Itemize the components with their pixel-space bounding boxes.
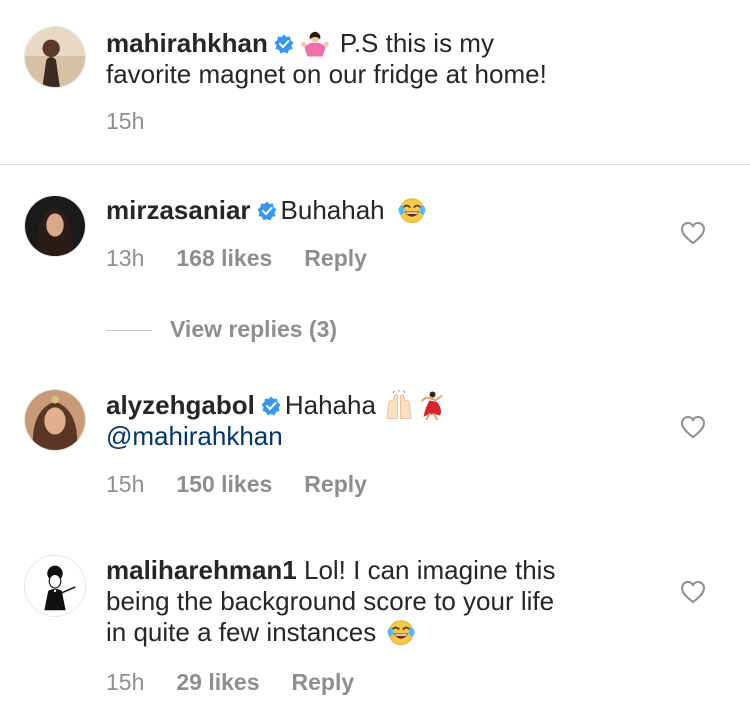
view-replies-label: View replies (3) <box>170 316 338 342</box>
comment-text: mirzasaniar Buhahah <box>106 195 666 226</box>
comment-meta: 15h 29 likes Reply <box>106 669 386 696</box>
reply-button[interactable]: Reply <box>292 669 355 695</box>
heart-icon[interactable] <box>680 221 706 245</box>
shrug-emoji-icon <box>300 31 329 57</box>
avatar[interactable] <box>24 555 86 617</box>
reply-button[interactable]: Reply <box>304 471 367 497</box>
comment-time: 15h <box>106 669 145 695</box>
caption-time: 15h <box>106 108 145 134</box>
comment-likes[interactable]: 150 likes <box>176 471 272 497</box>
comment-body-line2: being the background score to your life <box>106 586 555 616</box>
comment-body-line1: Lol! I can imagine this <box>303 555 556 585</box>
caption-meta: 15h <box>106 108 176 135</box>
verified-badge-icon <box>274 34 294 54</box>
verified-badge-icon <box>261 396 281 416</box>
laughing-emoji-icon <box>397 195 427 225</box>
caption-text: mahirahkhan P.S this is my favorite magn… <box>106 28 666 90</box>
comment-text: maliharehman1 Lol! I can imagine this be… <box>106 555 666 648</box>
divider <box>0 164 750 165</box>
comment-likes[interactable]: 29 likes <box>176 669 259 695</box>
comment-meta: 13h 168 likes Reply <box>106 245 399 272</box>
avatar[interactable] <box>24 26 86 88</box>
mention-link[interactable]: @mahirahkhan <box>106 421 283 451</box>
comment-body: Buhahah <box>280 195 385 225</box>
verified-badge-icon <box>257 201 277 221</box>
comment-username[interactable]: maliharehman1 <box>106 555 297 585</box>
comment-username[interactable]: mirzasaniar <box>106 195 251 225</box>
comment-body-line3: in quite a few instances <box>106 617 377 647</box>
avatar[interactable] <box>24 195 86 257</box>
comment-time: 15h <box>106 471 145 497</box>
comment-text: alyzehgabol Hahaha @mahirahkhan <box>106 390 666 452</box>
caption-line1: P.S this is my <box>339 28 494 58</box>
heart-icon[interactable] <box>680 415 706 439</box>
comment-likes[interactable]: 168 likes <box>176 245 272 271</box>
view-replies-button[interactable]: View replies (3) <box>106 316 337 343</box>
caption-line2: favorite magnet on our fridge at home! <box>106 59 547 89</box>
heart-icon[interactable] <box>680 580 706 604</box>
caption-username[interactable]: mahirahkhan <box>106 28 268 58</box>
raised-hands-emoji-icon <box>386 390 412 419</box>
comment-body: Hahaha <box>284 390 376 420</box>
comment-meta: 15h 150 likes Reply <box>106 471 399 498</box>
avatar[interactable] <box>24 389 86 451</box>
view-replies-line <box>106 330 152 332</box>
dancer-emoji-icon <box>420 391 443 420</box>
comment-username[interactable]: alyzehgabol <box>106 390 255 420</box>
comment-time: 13h <box>106 245 145 271</box>
laughing-emoji-icon <box>386 617 416 647</box>
reply-button[interactable]: Reply <box>304 245 367 271</box>
